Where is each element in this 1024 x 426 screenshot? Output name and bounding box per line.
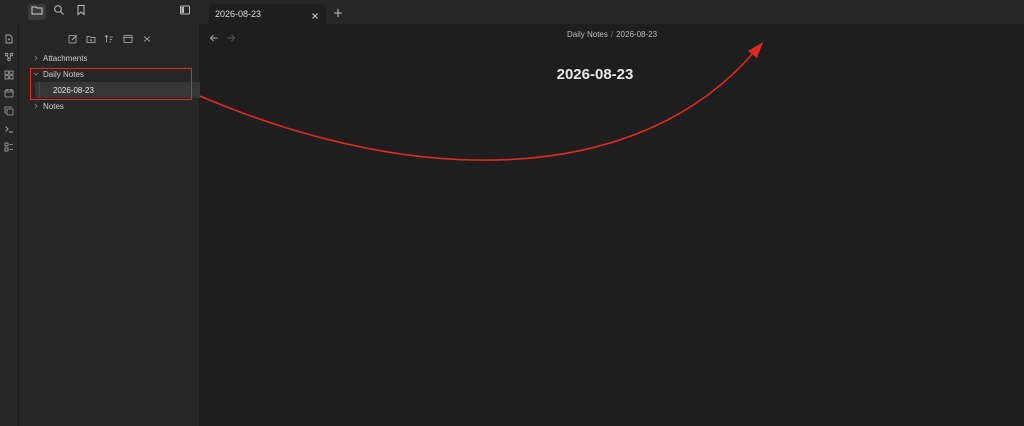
- folder-notes[interactable]: Notes: [19, 99, 199, 113]
- editor-pane: Daily Notes/2026-08-23 2026-08-23: [200, 24, 1024, 426]
- graph-icon[interactable]: [4, 49, 14, 62]
- canvas-icon[interactable]: [4, 67, 14, 80]
- ribbon: [0, 24, 19, 426]
- chevron-right-icon: [33, 102, 39, 109]
- breadcrumb-file[interactable]: 2026-08-23: [616, 30, 657, 39]
- calendar-icon[interactable]: [4, 85, 14, 98]
- annotation-highlight-box: [30, 68, 192, 100]
- sort-icon[interactable]: [104, 31, 114, 43]
- chevron-right-icon: [33, 54, 39, 61]
- close-icon[interactable]: [310, 8, 320, 19]
- copy-icon[interactable]: [4, 103, 14, 116]
- note-title[interactable]: 2026-08-23: [200, 66, 990, 83]
- plus-icon[interactable]: [332, 6, 344, 18]
- new-note-icon[interactable]: [68, 31, 78, 44]
- new-folder-icon[interactable]: [86, 31, 96, 43]
- folder-attachments[interactable]: Attachments: [19, 51, 199, 65]
- search-icon: [53, 3, 65, 21]
- command-icon[interactable]: [4, 139, 14, 152]
- toggle-sidebar-button[interactable]: [176, 4, 194, 20]
- sidebar-toggle-icon: [179, 3, 191, 21]
- close-icon[interactable]: [142, 31, 152, 42]
- breadcrumb: Daily Notes/2026-08-23: [200, 30, 1024, 39]
- top-bar: 2026-08-23: [0, 0, 1024, 24]
- breadcrumb-folder[interactable]: Daily Notes: [567, 30, 608, 39]
- folder-label: Attachments: [43, 54, 88, 63]
- file-explorer-button[interactable]: [28, 4, 46, 20]
- breadcrumb-separator: /: [610, 30, 614, 39]
- bookmark-icon: [75, 3, 87, 21]
- tab-title: 2026-08-23: [215, 9, 262, 19]
- collapse-icon[interactable]: [123, 31, 133, 43]
- tab-note[interactable]: 2026-08-23: [209, 4, 326, 24]
- search-button[interactable]: [50, 4, 68, 20]
- file-icon[interactable]: [4, 31, 14, 44]
- folder-icon: [31, 3, 43, 21]
- bookmarks-button[interactable]: [72, 4, 90, 20]
- terminal-icon[interactable]: [4, 121, 14, 133]
- folder-label: Notes: [43, 102, 64, 111]
